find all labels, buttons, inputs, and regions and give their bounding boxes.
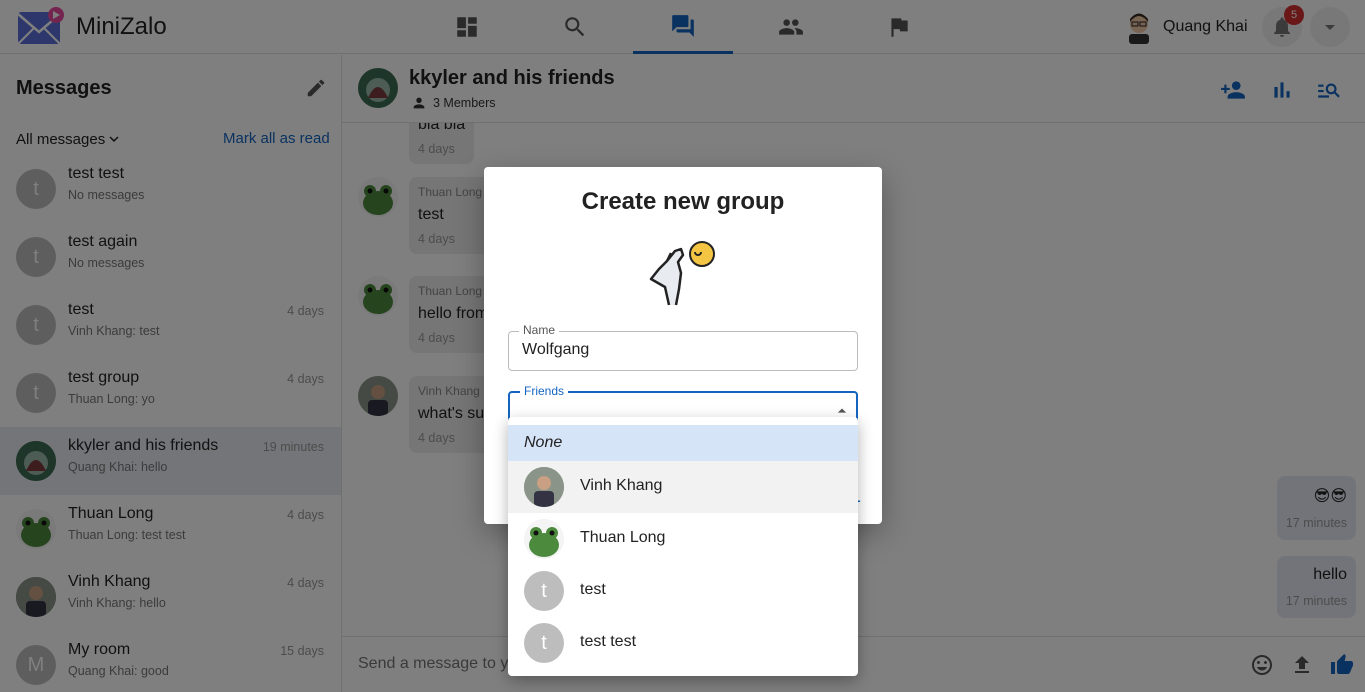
dropdown-option[interactable]: Vinh Khang: [508, 461, 858, 513]
avatar: t: [524, 571, 564, 611]
dropdown-option-none[interactable]: None: [508, 425, 858, 461]
friends-label: Friends: [520, 384, 569, 398]
avatar: t: [524, 623, 564, 663]
dropdown-option[interactable]: t test test: [508, 617, 858, 669]
frog-avatar-image: [524, 519, 564, 559]
app-root: MiniZalo Quang Khai: [0, 0, 1365, 692]
person-avatar-image: [524, 467, 564, 507]
wolf-moon-illustration: [649, 241, 715, 306]
friends-dropdown-menu: None Vinh Khang Thuan Long t test t test…: [508, 417, 858, 676]
option-label: Vinh Khang: [580, 477, 663, 494]
group-name-label: Name: [519, 323, 560, 337]
avatar: [524, 519, 564, 559]
avatar: [524, 467, 564, 507]
option-label: Thuan Long: [580, 529, 666, 546]
group-name-field[interactable]: Name: [508, 323, 858, 371]
option-label: test test: [580, 633, 637, 650]
dialog-title: Create new group: [581, 188, 785, 215]
group-name-input[interactable]: [522, 341, 842, 359]
dropdown-option[interactable]: Thuan Long: [508, 513, 858, 565]
option-label: test: [580, 581, 606, 598]
dropdown-option[interactable]: t test: [508, 565, 858, 617]
